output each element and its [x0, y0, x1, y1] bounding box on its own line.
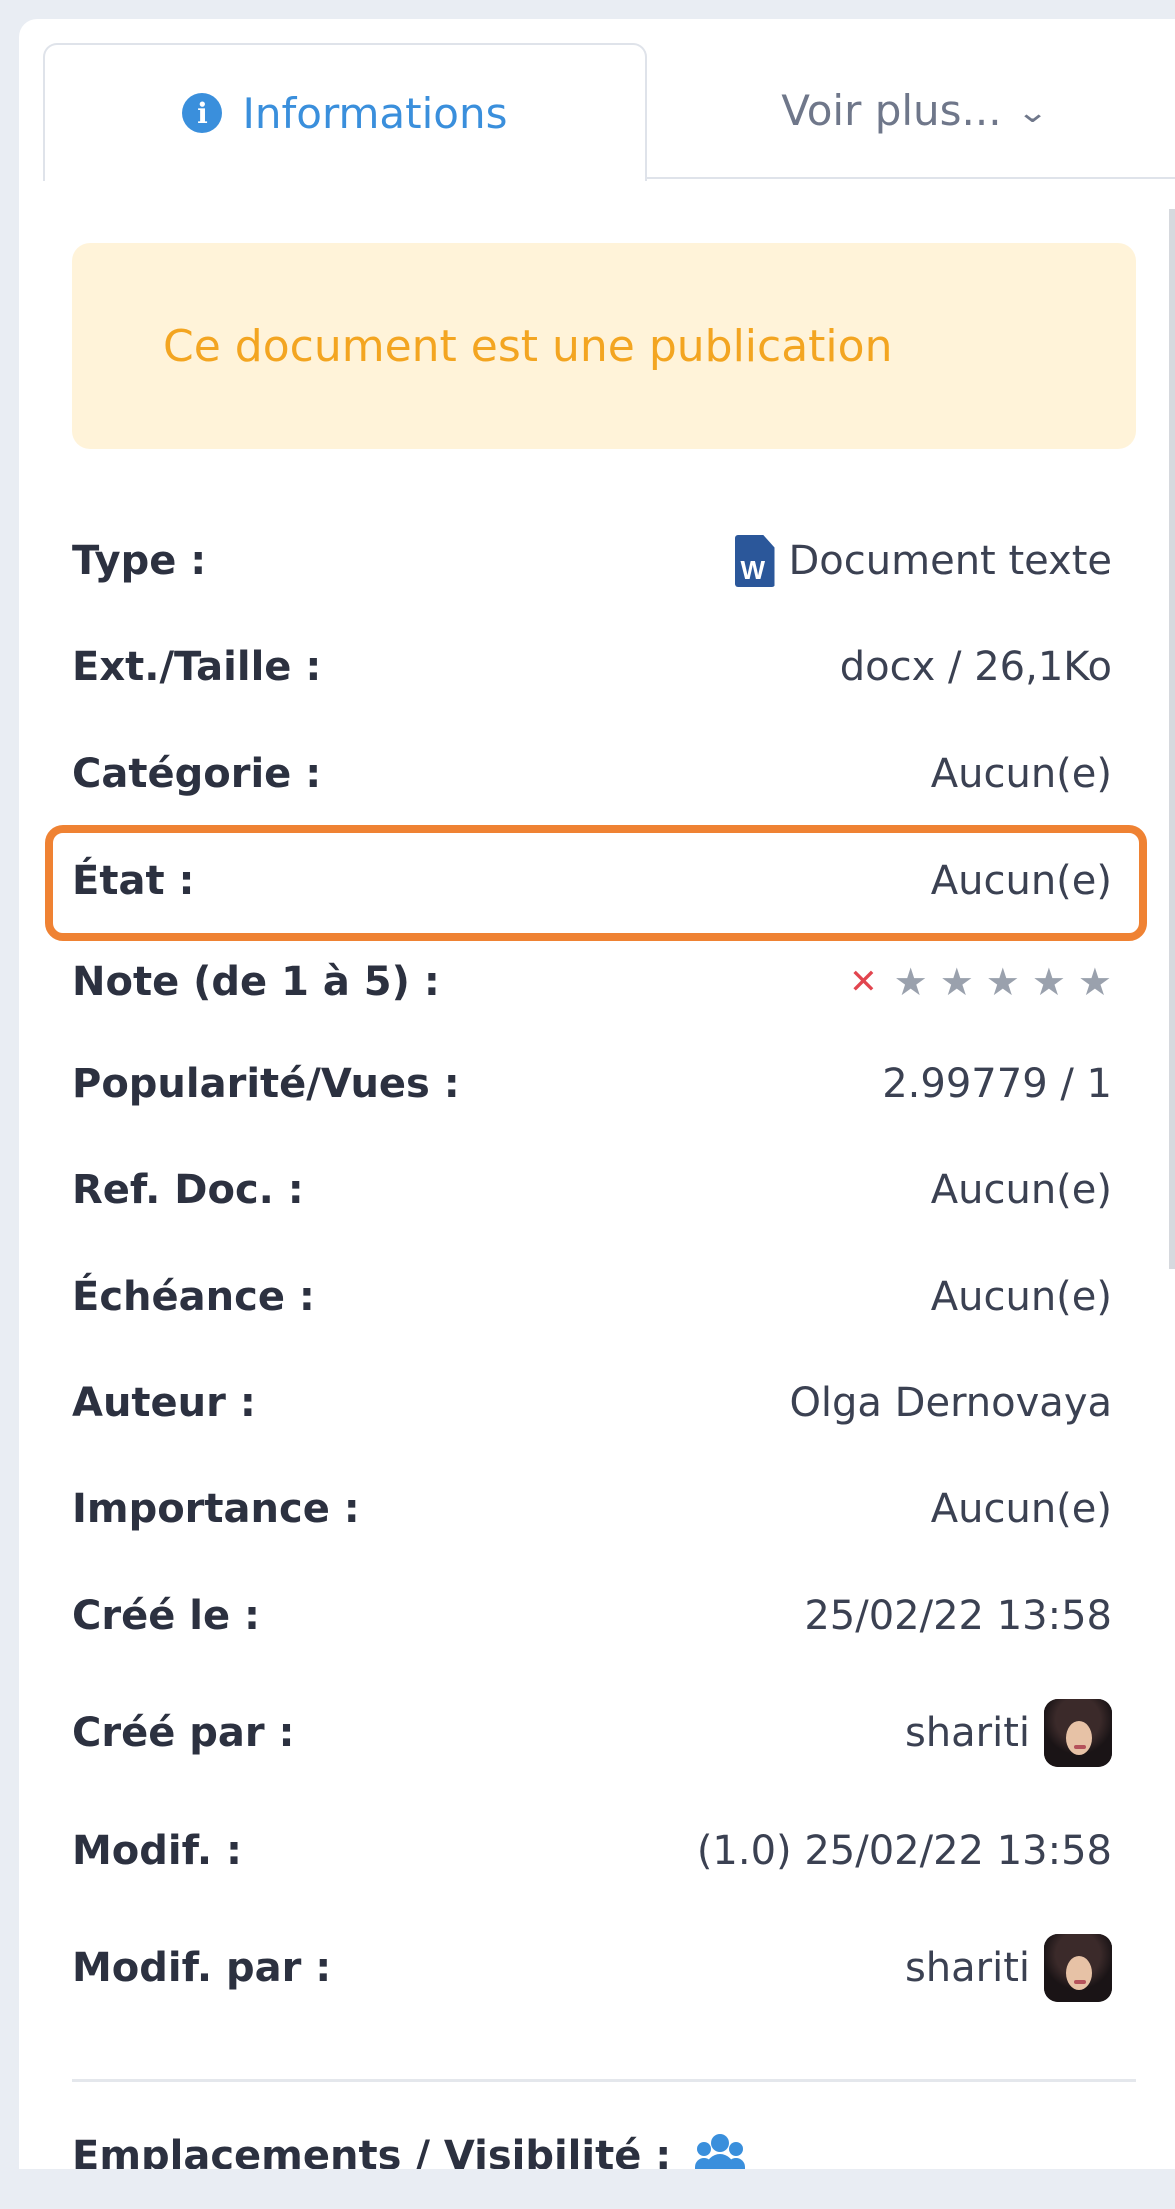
field-ref-doc-value[interactable]: Aucun(e) — [931, 1167, 1112, 1213]
field-cree-par-label: Créé par : — [72, 1710, 295, 1756]
field-cree-le-value: 25/02/22 13:58 — [804, 1593, 1112, 1639]
field-modif-label: Modif. : — [72, 1828, 242, 1874]
field-note: Note (de 1 à 5) : ✕ ★ ★ ★ ★ ★ — [72, 942, 1112, 1022]
field-auteur-label: Auteur : — [72, 1380, 256, 1426]
field-modif-value: (1.0) 25/02/22 13:58 — [696, 1828, 1112, 1874]
field-ext-taille: Ext./Taille : docx / 26,1Ko — [72, 627, 1112, 707]
info-icon: i — [182, 93, 223, 133]
star-icon[interactable]: ★ — [940, 960, 974, 1004]
field-categorie-value[interactable]: Aucun(e) — [931, 751, 1112, 797]
field-echeance-label: Échéance : — [72, 1274, 315, 1320]
field-echeance: Échéance : Aucun(e) — [72, 1257, 1112, 1337]
field-importance-value[interactable]: Aucun(e) — [931, 1486, 1112, 1532]
field-note-label: Note (de 1 à 5) : — [72, 959, 440, 1005]
field-cree-par-value[interactable]: shariti — [905, 1699, 1112, 1767]
field-cree-par: Créé par : shariti — [72, 1693, 1112, 1773]
field-modif-par-label: Modif. par : — [72, 1945, 332, 1991]
tab-voir-plus-label: Voir plus... — [781, 85, 1002, 135]
star-icon[interactable]: ★ — [894, 960, 928, 1004]
field-type-value: W Document texte — [734, 535, 1113, 587]
scrollbar[interactable] — [1169, 209, 1175, 1269]
field-categorie-label: Catégorie : — [72, 751, 322, 797]
field-ext-taille-label: Ext./Taille : — [72, 644, 322, 690]
field-type-label: Type : — [72, 538, 207, 584]
avatar[interactable] — [1044, 1934, 1112, 2002]
field-importance-label: Importance : — [72, 1486, 360, 1532]
field-modif-par: Modif. par : shariti — [72, 1928, 1112, 2008]
creator-name[interactable]: shariti — [905, 1710, 1030, 1756]
field-emplacements: Emplacements / Visibilité : — [72, 2116, 1112, 2169]
field-ref-doc-label: Ref. Doc. : — [72, 1167, 304, 1213]
field-echeance-value[interactable]: Aucun(e) — [931, 1274, 1112, 1320]
field-popularite-value: 2.99779 / 1 — [882, 1061, 1112, 1107]
field-type: Type : W Document texte — [72, 521, 1112, 601]
field-ext-taille-value: docx / 26,1Ko — [839, 644, 1112, 690]
star-icon[interactable]: ★ — [986, 960, 1020, 1004]
etat-highlight-box — [45, 825, 1147, 941]
field-ref-doc: Ref. Doc. : Aucun(e) — [72, 1150, 1112, 1230]
publication-notice-text: Ce document est une publication — [163, 320, 893, 372]
tab-informations[interactable]: i Informations — [43, 43, 647, 181]
field-popularite: Popularité/Vues : 2.99779 / 1 — [72, 1044, 1112, 1124]
chevron-down-icon: ⌄ — [1015, 94, 1049, 130]
star-icon[interactable]: ★ — [1078, 960, 1112, 1004]
clear-rating-icon[interactable]: ✕ — [849, 962, 878, 1002]
field-auteur: Auteur : Olga Dernovaya — [72, 1363, 1112, 1443]
field-modif-par-value[interactable]: shariti — [905, 1934, 1112, 2002]
modifier-name[interactable]: shariti — [905, 1945, 1030, 1991]
tab-voir-plus[interactable]: Voir plus... ⌄ — [651, 43, 1175, 177]
star-icon[interactable]: ★ — [1032, 960, 1066, 1004]
document-info-panel: i Informations Voir plus... ⌄ Ce documen… — [19, 19, 1175, 2169]
avatar[interactable] — [1044, 1699, 1112, 1767]
field-type-text: Document texte — [788, 538, 1113, 584]
tab-bar: i Informations Voir plus... ⌄ — [19, 19, 1175, 181]
field-modif: Modif. : (1.0) 25/02/22 13:58 — [72, 1811, 1112, 1891]
field-auteur-value[interactable]: Olga Dernovaya — [789, 1380, 1112, 1426]
tab-divider — [647, 177, 1175, 179]
field-cree-le-label: Créé le : — [72, 1593, 261, 1639]
field-cree-le: Créé le : 25/02/22 13:58 — [72, 1576, 1112, 1656]
field-emplacements-label: Emplacements / Visibilité : — [72, 2133, 672, 2169]
word-document-icon: W — [734, 535, 775, 587]
rating-stars: ✕ ★ ★ ★ ★ ★ — [849, 960, 1112, 1004]
tab-informations-label: Informations — [242, 88, 508, 138]
users-group-icon[interactable] — [695, 2134, 746, 2169]
field-popularite-label: Popularité/Vues : — [72, 1061, 460, 1107]
section-divider — [72, 2079, 1136, 2082]
publication-notice: Ce document est une publication — [72, 243, 1136, 449]
field-categorie: Catégorie : Aucun(e) — [72, 734, 1112, 814]
field-importance: Importance : Aucun(e) — [72, 1469, 1112, 1549]
